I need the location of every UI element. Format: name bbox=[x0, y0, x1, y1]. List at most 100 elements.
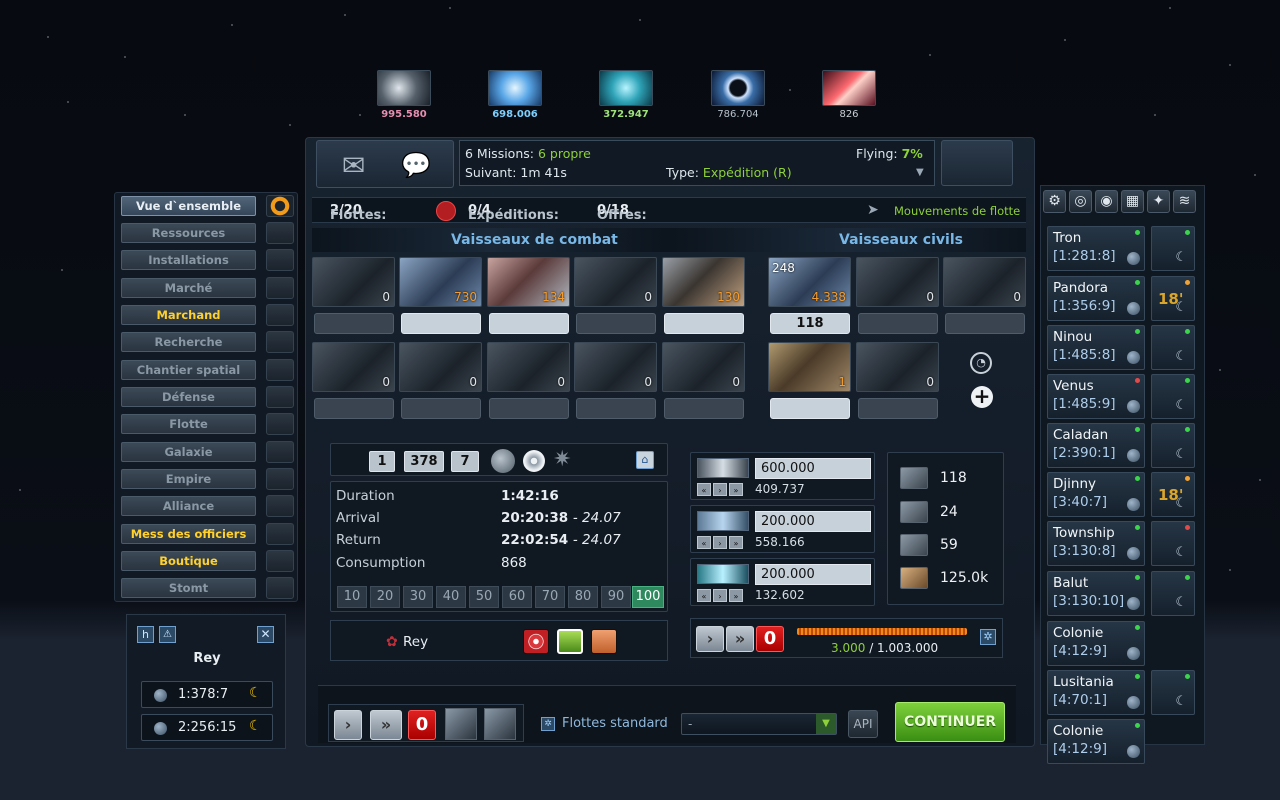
fleet-movement-icon[interactable]: ➤ bbox=[867, 202, 879, 218]
menu-research[interactable]: Recherche bbox=[121, 332, 256, 352]
menu-defense[interactable]: Défense bbox=[121, 387, 256, 407]
market-icon[interactable] bbox=[266, 277, 294, 299]
menu-market[interactable]: Marché bbox=[121, 278, 256, 298]
planet-item-pandora[interactable]: Pandora [1:356:9] bbox=[1047, 276, 1145, 321]
moon-icon[interactable]: ☾ bbox=[249, 685, 262, 701]
ship-colony-ship[interactable]: 0 bbox=[943, 257, 1026, 307]
layers-icon[interactable]: ≋ bbox=[1173, 190, 1196, 213]
preset-ship-2-icon[interactable] bbox=[484, 708, 516, 740]
ship-pathfinder[interactable]: 0 bbox=[662, 342, 745, 392]
planet-view-icon[interactable]: ◉ bbox=[1095, 190, 1118, 213]
metal-resource[interactable]: 995.580 bbox=[377, 70, 431, 120]
debris-target-icon[interactable] bbox=[523, 450, 545, 472]
cargo-min-button[interactable]: « bbox=[697, 589, 711, 602]
ship-input-battleship[interactable] bbox=[576, 313, 656, 334]
menu-stomt[interactable]: Stomt bbox=[121, 578, 256, 598]
ship-large-cargo[interactable]: 0 bbox=[856, 257, 939, 307]
ship-reaper[interactable]: 0 bbox=[574, 342, 657, 392]
facilities-icon[interactable] bbox=[266, 249, 294, 271]
speed-40[interactable]: 40 bbox=[436, 586, 466, 608]
ship-small-cargo[interactable]: 248 4.338 bbox=[768, 257, 851, 307]
next-step-button[interactable]: › bbox=[696, 626, 724, 652]
menu-merchant[interactable]: Marchand bbox=[121, 305, 256, 325]
ship-input-recycler[interactable] bbox=[770, 398, 850, 419]
alliance-icon[interactable] bbox=[266, 495, 294, 517]
merchant-icon[interactable] bbox=[266, 304, 294, 326]
position-input[interactable]: 7 bbox=[451, 451, 479, 472]
speed-10[interactable]: 10 bbox=[337, 586, 367, 608]
planet-item-tron[interactable]: Tron [1:281:8] bbox=[1047, 226, 1145, 271]
cargo-max-button[interactable]: » bbox=[729, 589, 743, 602]
galaxy-icon[interactable] bbox=[266, 441, 294, 463]
menu-shipyard[interactable]: Chantier spatial bbox=[121, 360, 256, 380]
menu-overview[interactable]: Vue d`ensemble bbox=[121, 196, 256, 216]
cargo-metal-input[interactable]: 600.000 bbox=[755, 458, 871, 479]
moon-item-ninou[interactable]: ☾ bbox=[1151, 325, 1195, 370]
planet-item-colonie[interactable]: Colonie [4:12:9] bbox=[1047, 719, 1145, 764]
bottom-reset-button[interactable]: 0 bbox=[408, 710, 436, 740]
system-input[interactable]: 378 bbox=[404, 451, 444, 472]
cargo-deuterium-input[interactable]: 200.000 bbox=[755, 564, 871, 585]
speed-90[interactable]: 90 bbox=[601, 586, 631, 608]
ship-espionage-probe[interactable]: 0 bbox=[856, 342, 939, 392]
cargo-crystal-input[interactable]: 200.000 bbox=[755, 511, 871, 532]
menu-alliance[interactable]: Alliance bbox=[121, 496, 256, 516]
dropdown-arrow-icon[interactable]: ▼ bbox=[916, 167, 924, 178]
moon-item-lusitania[interactable]: ☾ bbox=[1151, 670, 1195, 715]
moon-item-township[interactable]: ☾ bbox=[1151, 521, 1195, 566]
cargo-less-button[interactable]: › bbox=[713, 483, 727, 496]
bottom-next-button[interactable]: › bbox=[334, 710, 362, 740]
attack-mission-icon[interactable] bbox=[523, 629, 549, 654]
ship-input-destroyer[interactable] bbox=[401, 398, 481, 419]
grid-icon[interactable]: ▦ bbox=[1121, 190, 1144, 213]
speedometer-icon[interactable]: ◔ bbox=[970, 352, 992, 374]
mail-icon[interactable]: ✉ bbox=[342, 149, 365, 182]
officers-icon[interactable] bbox=[266, 523, 294, 545]
ship-input-deathstar[interactable] bbox=[489, 398, 569, 419]
ship-destroyer[interactable]: 0 bbox=[399, 342, 482, 392]
fleet-icon[interactable] bbox=[266, 413, 294, 435]
rewards-icon[interactable] bbox=[266, 195, 294, 217]
bottom-fast-button[interactable]: » bbox=[370, 710, 402, 740]
planet-item-balut[interactable]: Balut [3:130:10] bbox=[1047, 571, 1145, 616]
cargo-min-button[interactable]: « bbox=[697, 483, 711, 496]
ship-input-cruiser[interactable] bbox=[489, 313, 569, 334]
target-player-name[interactable]: Rey bbox=[403, 634, 428, 650]
dark-matter-resource[interactable]: 826 bbox=[822, 70, 876, 120]
planet-target-icon[interactable] bbox=[491, 449, 515, 473]
player-planet-2[interactable]: 2:256:15 ☾ bbox=[141, 714, 273, 741]
ship-battleship[interactable]: 0 bbox=[574, 257, 657, 307]
close-icon[interactable]: ✕ bbox=[257, 626, 274, 643]
api-button[interactable]: API bbox=[848, 710, 878, 738]
cargo-max-button[interactable]: » bbox=[729, 536, 743, 549]
menu-empire[interactable]: Empire bbox=[121, 469, 256, 489]
planet-item-venus[interactable]: Venus [1:485:9] bbox=[1047, 374, 1145, 419]
moon-item-djinny[interactable]: ☾ 18' bbox=[1151, 472, 1195, 517]
planet-item-township[interactable]: Township [3:130:8] bbox=[1047, 521, 1145, 566]
moon-target-icon[interactable]: ✷ bbox=[553, 447, 571, 472]
resources-settings-icon[interactable] bbox=[266, 222, 294, 244]
planet-item-lusitania[interactable]: Lusitania [4:70:1] bbox=[1047, 670, 1145, 715]
menu-facilities[interactable]: Installations bbox=[121, 250, 256, 270]
deploy-mission-icon[interactable] bbox=[591, 629, 617, 654]
menu-fleet[interactable]: Flotte bbox=[121, 414, 256, 434]
reset-button[interactable]: 0 bbox=[756, 626, 784, 652]
ship-heavy-fighter[interactable]: 730 bbox=[399, 257, 482, 307]
planet-item-ninou[interactable]: Ninou [1:485:8] bbox=[1047, 325, 1145, 370]
ship-input-espionage-probe[interactable] bbox=[858, 398, 938, 419]
transport-mission-icon[interactable] bbox=[557, 629, 583, 654]
empire-icon[interactable] bbox=[266, 468, 294, 490]
crystal-resource[interactable]: 698.006 bbox=[488, 70, 542, 120]
ship-bomber[interactable]: 0 bbox=[312, 342, 395, 392]
speed-80[interactable]: 80 bbox=[568, 586, 598, 608]
cargo-less-button[interactable]: › bbox=[713, 536, 727, 549]
speed-100[interactable]: 100 bbox=[632, 586, 664, 608]
moon-icon[interactable]: ☾ bbox=[249, 718, 262, 734]
planet-item-colonie[interactable]: Colonie [4:12:9] bbox=[1047, 621, 1145, 666]
ship-input-pathfinder[interactable] bbox=[664, 398, 744, 419]
ship-input-colony-ship[interactable] bbox=[945, 313, 1025, 334]
moon-item-balut[interactable]: ☾ bbox=[1151, 571, 1195, 616]
continue-button[interactable]: CONTINUER bbox=[895, 702, 1005, 742]
deuterium-resource[interactable]: 372.947 bbox=[599, 70, 653, 120]
menu-shop[interactable]: Boutique bbox=[121, 551, 256, 571]
